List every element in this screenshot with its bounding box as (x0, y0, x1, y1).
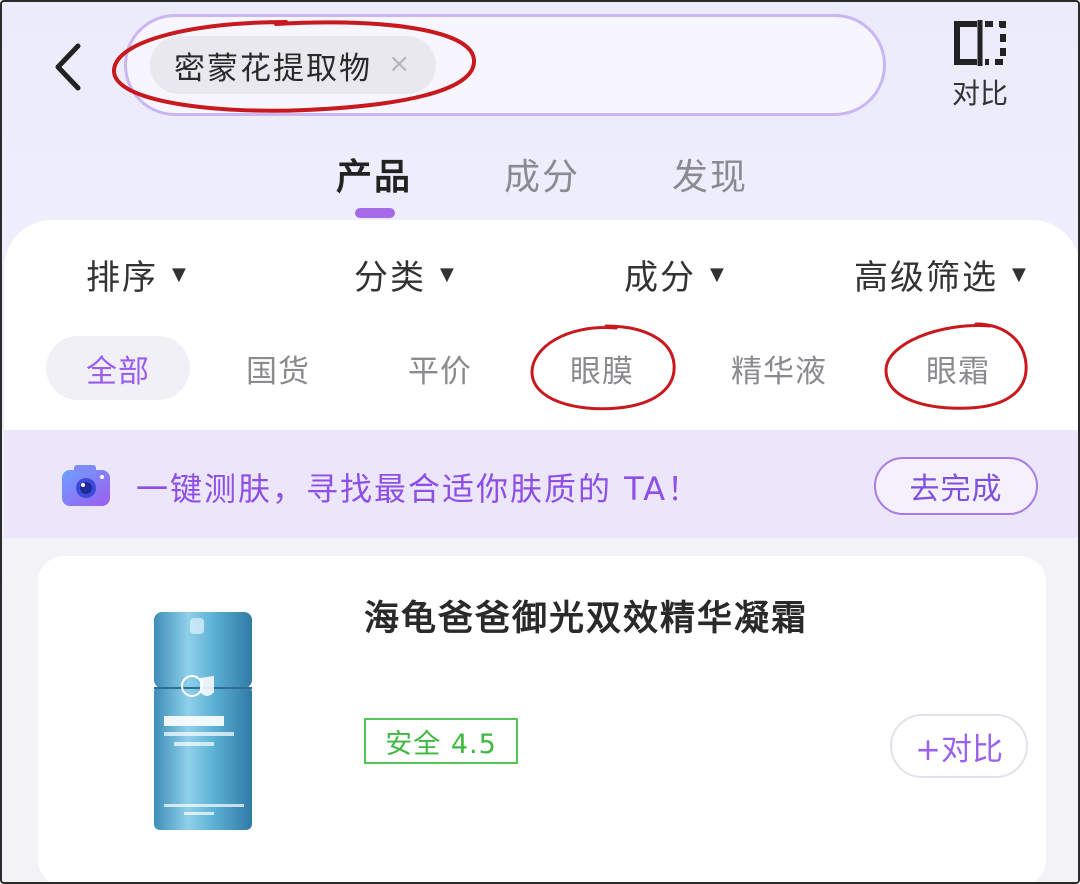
safety-badge: 安全 4.5 (364, 718, 518, 764)
search-chip-text: 密蒙花提取物 (174, 50, 372, 87)
compare-top-button[interactable]: 对比 (932, 20, 1028, 120)
category-all[interactable]: 全部 (46, 336, 190, 400)
tab-products[interactable]: 产品 (336, 148, 412, 200)
filter-ingredient-label: 成分 (624, 258, 696, 298)
filter-advanced-label: 高级筛选 (854, 258, 998, 298)
tab-ingredients[interactable]: 成分 (504, 148, 580, 200)
caret-down-icon: ▼ (172, 264, 188, 285)
filter-ingredient[interactable]: 成分 ▼ (624, 250, 726, 299)
caret-down-icon: ▼ (1012, 264, 1028, 285)
category-eye-cream[interactable]: 眼霜 (894, 336, 1022, 400)
camera-icon (62, 465, 110, 506)
caret-down-icon: ▼ (440, 264, 456, 285)
filter-sort[interactable]: 排序 ▼ (86, 250, 188, 299)
category-serum[interactable]: 精华液 (704, 336, 854, 400)
compare-icon (954, 20, 1006, 66)
back-button[interactable] (42, 40, 92, 94)
category-affordable[interactable]: 平价 (376, 336, 504, 400)
filter-category[interactable]: 分类 ▼ (354, 250, 456, 299)
chevron-left-icon (55, 43, 81, 91)
tab-discover[interactable]: 发现 (672, 148, 748, 200)
category-eye-mask[interactable]: 眼膜 (538, 336, 666, 400)
category-domestic[interactable]: 国货 (214, 336, 342, 400)
active-tab-indicator (355, 208, 395, 218)
add-compare-button[interactable]: +对比 (890, 714, 1028, 778)
filter-advanced[interactable]: 高级筛选 ▼ (854, 250, 1028, 299)
chip-close-icon[interactable]: × (388, 49, 410, 79)
banner-complete-button[interactable]: 去完成 (874, 457, 1038, 515)
filter-sort-label: 排序 (86, 258, 158, 298)
product-bottle-image (154, 612, 252, 830)
filter-category-label: 分类 (354, 258, 426, 298)
caret-down-icon: ▼ (710, 264, 726, 285)
search-keyword-chip[interactable]: 密蒙花提取物 × (150, 36, 436, 94)
product-title[interactable]: 海龟爸爸御光双效精华凝霜 (364, 590, 808, 641)
app-screen: 密蒙花提取物 × 对比 产品 成分 发现 排序 ▼ 分类 ▼ 成分 ▼ 高级筛选… (0, 0, 1080, 884)
banner-text: 一键测肤，寻找最合适你肤质的 TA！ (136, 470, 702, 508)
compare-top-label: 对比 (951, 77, 1008, 110)
